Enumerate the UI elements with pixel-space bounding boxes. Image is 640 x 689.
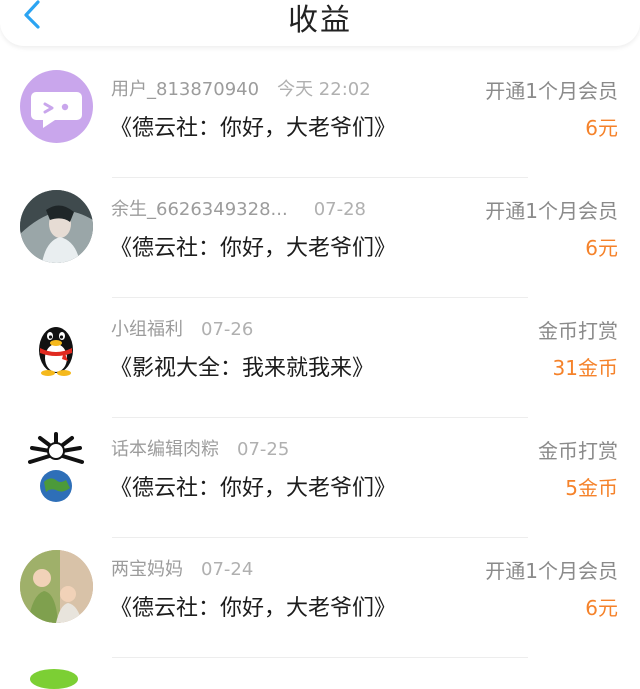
list-item[interactable]: 余生_6626349328... 07-28 《德云社：你好，大老爷们》 开通1个…	[0, 180, 640, 300]
user-name: 两宝妈妈	[111, 559, 183, 580]
item-meta: 小组福利 07-26	[111, 315, 253, 341]
user-name: 话本编辑肉粽	[111, 439, 219, 460]
book-title: 《德云社：你好，大老爷们》	[110, 236, 397, 261]
item-date: 07-25	[237, 439, 290, 460]
item-meta: 话本编辑肉粽 07-25	[111, 435, 289, 461]
earnings-list: 用户_813870940 今天 22:02 《德云社：你好，大老爷们》 开通1个月…	[0, 60, 640, 660]
item-date: 07-26	[201, 319, 254, 340]
penguin-icon	[20, 310, 93, 383]
chat-bubble-icon	[20, 70, 93, 143]
photo-avatar	[20, 550, 93, 623]
user-name: 用户_813870940	[111, 79, 260, 100]
user-name: 余生_6626349328...	[111, 199, 288, 220]
earning-type: 金币打赏	[538, 319, 618, 343]
list-item[interactable]: 小组福利 07-26 《影视大全：我来就我来》 金币打赏 31金币	[0, 300, 640, 420]
earning-amount: 5金币	[565, 476, 618, 500]
earning-type: 开通1个月会员	[485, 199, 618, 223]
top-bar: 收益	[0, 0, 640, 46]
item-meta: 用户_813870940 今天 22:02	[111, 75, 371, 101]
earning-type: 开通1个月会员	[485, 559, 618, 583]
earning-amount: 6元	[585, 236, 618, 260]
item-date: 07-24	[201, 559, 254, 580]
avatar	[30, 669, 78, 689]
earning-type: 金币打赏	[538, 439, 618, 463]
page-title: 收益	[288, 3, 352, 38]
book-title: 《德云社：你好，大老爷们》	[110, 476, 397, 501]
earning-type: 开通1个月会员	[485, 79, 618, 103]
earning-amount: 31金币	[552, 356, 618, 380]
user-name: 小组福利	[111, 319, 183, 340]
item-date: 今天 22:02	[277, 79, 371, 100]
item-meta: 两宝妈妈 07-24	[111, 555, 253, 581]
list-item[interactable]: 两宝妈妈 07-24 《德云社：你好，大老爷们》 开通1个月会员 6元	[0, 540, 640, 660]
globe-avatar	[20, 430, 93, 503]
item-meta: 余生_6626349328... 07-28	[111, 195, 366, 221]
list-item[interactable]: 话本编辑肉粽 07-25 《德云社：你好，大老爷们》 金币打赏 5金币	[0, 420, 640, 540]
book-title: 《德云社：你好，大老爷们》	[110, 116, 397, 141]
list-item[interactable]: 用户_813870940 今天 22:02 《德云社：你好，大老爷们》 开通1个月…	[0, 60, 640, 180]
book-title: 《德云社：你好，大老爷们》	[110, 596, 397, 621]
earning-amount: 6元	[585, 596, 618, 620]
book-title: 《影视大全：我来就我来》	[110, 356, 375, 381]
portrait-avatar	[20, 190, 93, 263]
item-date: 07-28	[313, 199, 366, 220]
earning-amount: 6元	[585, 116, 618, 140]
